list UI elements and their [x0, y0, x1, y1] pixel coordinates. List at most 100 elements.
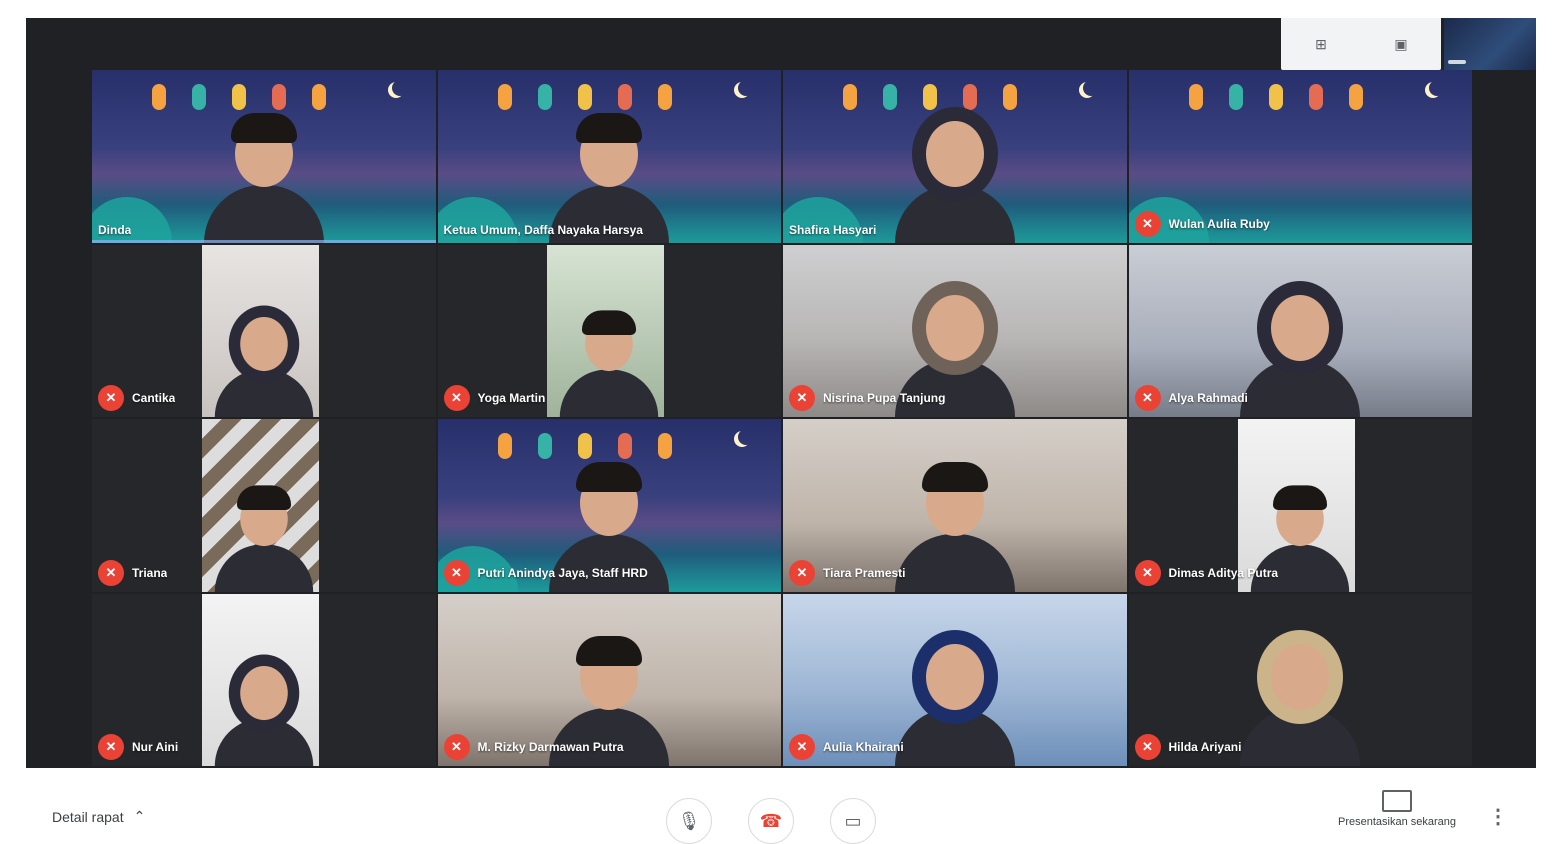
moon-decoration	[392, 80, 408, 96]
mic-toggle-button[interactable]: 🎙	[666, 798, 712, 844]
participant-name-bar: ✕ Triana	[98, 559, 168, 586]
participant-name: Cantika	[132, 391, 176, 405]
mic-off-icon: ✕	[98, 734, 124, 760]
participant-tile[interactable]: ✕ Tiara Pramesti	[783, 419, 1127, 592]
lantern-decoration	[1188, 84, 1203, 110]
chevron-up-icon: ⌃	[133, 808, 146, 824]
participant-tile[interactable]: ✕ Alya Rahmadi	[1128, 244, 1472, 417]
participant-name-bar: ✕ Alya Rahmadi	[1134, 385, 1248, 411]
participant-name: Dimas Aditya Putra	[1168, 565, 1279, 580]
mic-off-icon: ✕	[443, 385, 470, 411]
participant-video	[214, 643, 313, 766]
participant-name: Putri Anindya Jaya, Staff HRD	[477, 565, 648, 580]
mic-off-icon: ✕	[1134, 385, 1161, 411]
participant-face	[230, 112, 297, 187]
lantern-decoration	[497, 84, 512, 110]
self-view-label	[1448, 60, 1466, 64]
camera-toggle-button[interactable]: ▭	[830, 798, 876, 844]
participant-name: Nisrina Pupa Tanjung	[823, 391, 946, 405]
lantern-decoration	[1228, 84, 1243, 110]
lantern-decoration	[497, 433, 512, 459]
participant-name: Hilda Ariyani	[1168, 740, 1242, 754]
mic-off-icon: ✕	[789, 385, 815, 411]
participant-video	[214, 294, 313, 417]
participant-name: Triana	[132, 565, 168, 580]
active-speaker-indicator	[92, 239, 436, 243]
participant-face	[239, 665, 288, 721]
call-controls: 🎙 ☎ ▭	[666, 798, 876, 844]
participant-grid: Dinda Ketua Umum, Daffa Nayaka Harsya Shaf…	[92, 70, 1472, 766]
participant-tile[interactable]: Ketua Umum, Daffa Nayaka Harsya	[437, 70, 781, 243]
participant-name-bar: ✕ Yoga Martin	[443, 385, 545, 411]
participant-video	[203, 93, 324, 243]
participant-video	[560, 294, 659, 417]
participant-video	[1240, 267, 1361, 417]
participant-face	[925, 644, 984, 710]
mic-off-icon: ✕	[443, 559, 470, 586]
participant-body	[894, 184, 1015, 243]
participant-name: Wulan Aulia Ruby	[1168, 216, 1270, 231]
participant-tile[interactable]: Dinda	[92, 70, 436, 243]
participant-name-bar: ✕ Hilda Ariyani	[1134, 734, 1242, 760]
participant-body	[894, 708, 1015, 766]
moon-decoration	[738, 80, 754, 96]
present-label: Presentasikan sekarang	[1337, 816, 1456, 828]
participant-body	[214, 543, 313, 592]
participant-video	[894, 93, 1015, 243]
participant-tile[interactable]: Shafira Hasyari	[783, 70, 1127, 243]
meeting-details-button[interactable]: Detail rapat ⌃	[52, 808, 145, 825]
screen-icon[interactable]: ▣	[1387, 34, 1415, 54]
participant-face	[921, 461, 988, 536]
participant-tile[interactable]: ✕ Wulan Aulia Ruby	[1128, 70, 1472, 243]
participant-tile[interactable]: ✕ Triana	[92, 419, 436, 592]
participant-tile[interactable]: ✕ Hilda Ariyani	[1128, 593, 1472, 766]
participant-tile[interactable]: ✕ Aulia Khairani	[783, 593, 1127, 766]
participant-face	[1273, 484, 1328, 546]
participant-name: Aulia Khairani	[823, 740, 904, 754]
participant-tile[interactable]: ✕ Yoga Martin	[437, 244, 781, 417]
participant-body	[203, 184, 324, 243]
participant-name: M. Rizky Darmawan Putra	[477, 740, 624, 754]
participant-tile[interactable]: ✕ Cantika	[92, 244, 436, 417]
lantern-decoration	[843, 84, 857, 110]
mic-off-icon: ✕	[98, 559, 124, 586]
participant-body	[1240, 708, 1361, 766]
participant-face	[576, 112, 643, 187]
participant-name-bar: ✕ Cantika	[98, 385, 175, 411]
participant-face	[576, 636, 643, 710]
self-view-thumbnail[interactable]	[1444, 18, 1536, 70]
mic-off-icon: ✕	[1134, 210, 1161, 237]
moon-decoration	[738, 429, 754, 445]
participant-face	[925, 295, 984, 361]
meeting-details-label: Detail rapat	[52, 808, 124, 825]
hangup-icon: ☎	[759, 810, 783, 831]
participant-name-bar: ✕ Tiara Pramesti	[789, 559, 906, 586]
participant-name-bar: ✕ Nisrina Pupa Tanjung	[789, 385, 945, 411]
participant-video	[214, 469, 313, 592]
mic-off-icon: ✕	[1134, 559, 1161, 586]
participant-tile[interactable]: ✕ Nisrina Pupa Tanjung	[783, 244, 1127, 417]
participant-name-bar: ✕ Dimas Aditya Putra	[1134, 559, 1279, 586]
participant-name-bar: Dinda	[98, 223, 131, 237]
participant-tile[interactable]: ✕ Putri Anindya Jaya, Staff HRD	[437, 419, 781, 592]
present-now-button[interactable]: Presentasikan sekarang	[1338, 790, 1456, 828]
participant-tile[interactable]: ✕ Nur Aini	[92, 593, 436, 766]
participant-name-bar: Shafira Hasyari	[789, 223, 876, 237]
lantern-decoration	[152, 84, 166, 110]
participant-video	[549, 93, 670, 243]
participant-body	[1240, 359, 1361, 417]
participant-name-bar: ✕ Nur Aini	[98, 734, 178, 760]
layout-icon[interactable]: ⊞	[1307, 34, 1335, 54]
participant-tile[interactable]: ✕ Dimas Aditya Putra	[1128, 419, 1472, 592]
participant-body	[560, 369, 659, 417]
lantern-decoration	[1308, 84, 1323, 110]
participant-tile[interactable]: ✕ M. Rizky Darmawan Putra	[437, 593, 781, 766]
participant-name-bar: ✕ Putri Anindya Jaya, Staff HRD	[443, 559, 648, 586]
hangup-button[interactable]: ☎	[748, 798, 794, 844]
lantern-decoration	[1348, 84, 1363, 110]
more-options-icon[interactable]: ⋮	[1488, 804, 1508, 829]
participant-video	[1240, 616, 1361, 766]
participant-name: Ketua Umum, Daffa Nayaka Harsya	[443, 222, 643, 237]
moon-decoration	[1429, 80, 1445, 96]
participant-name-bar: ✕ Aulia Khairani	[789, 734, 904, 760]
